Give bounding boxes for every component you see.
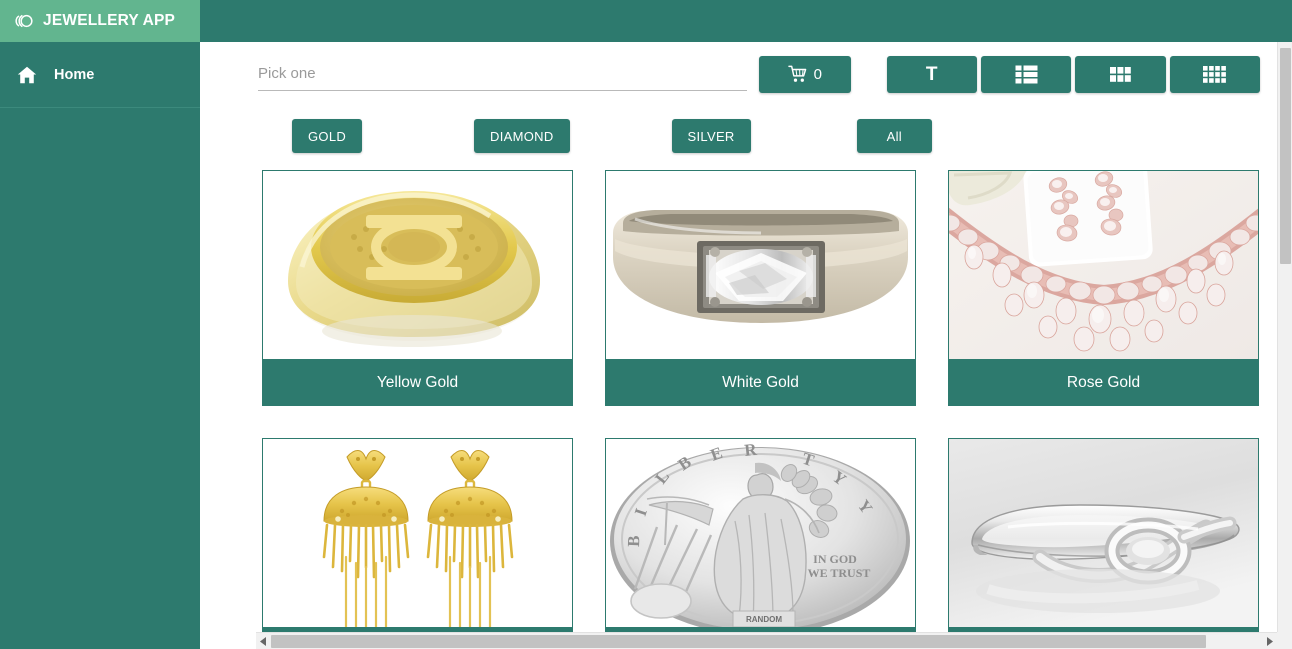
picker-field-wrapper (258, 56, 748, 91)
list-view-icon (1015, 65, 1038, 84)
scrollbar-corner (1277, 632, 1292, 649)
silver-eagle-coin-image: L I B B E R T Y Y IN GOD WE TRUST RANDOM (606, 439, 915, 627)
white-gold-diamond-ring-image (606, 171, 915, 359)
product-card[interactable]: Yellow Gold (262, 170, 573, 406)
app-title: JEWELLERY APP (43, 12, 176, 29)
sidebar-item-home[interactable]: Home (0, 42, 200, 108)
horizontal-scrollbar-track[interactable] (271, 633, 1262, 649)
svg-text:IN GOD: IN GOD (813, 552, 857, 566)
product-caption: Rose Gold (949, 359, 1258, 405)
rings-logo-icon (14, 11, 34, 31)
svg-text:RANDOM: RANDOM (746, 615, 782, 624)
content-area: 0 T (200, 42, 1292, 649)
product-caption: Yellow Gold (263, 359, 572, 405)
horizontal-scrollbar[interactable] (256, 632, 1277, 649)
app-root: JEWELLERY APP Home Pick one 0 T GOLD DIA… (0, 0, 1292, 649)
product-card[interactable]: White Gold (605, 170, 916, 406)
shopping-cart-icon (787, 65, 809, 84)
category-button-gold[interactable]: GOLD (292, 119, 363, 153)
sidebar-item-home-label: Home (54, 66, 95, 83)
grid-4-icon (1203, 66, 1227, 83)
grid-3-icon (1109, 67, 1131, 82)
product-card[interactable]: L I B B E R T Y Y IN GOD WE TRUST RANDOM (605, 438, 916, 649)
home-icon (16, 64, 38, 86)
top-bar: JEWELLERY APP (0, 0, 1292, 42)
product-grid: Yellow Gold White Gold Rose Gold L I B B… (200, 162, 1278, 649)
list-view-button[interactable] (980, 56, 1072, 93)
letter-t-icon: T (925, 64, 938, 85)
product-card[interactable] (948, 438, 1259, 649)
grid-3-view-button[interactable] (1075, 56, 1166, 93)
product-card[interactable]: Rose Gold (948, 170, 1259, 406)
cart-count: 0 (813, 66, 823, 83)
sidebar: Home (0, 42, 200, 649)
grid-4-view-button[interactable] (1169, 56, 1261, 93)
brand-area[interactable]: JEWELLERY APP (0, 0, 200, 42)
rose-gold-necklace-set-image (949, 171, 1258, 359)
scroll-left-arrow-icon[interactable] (256, 632, 271, 649)
category-button-diamond[interactable]: DIAMOND (474, 119, 570, 153)
category-button-all[interactable]: All (856, 119, 932, 153)
silver-knot-bangle-image (949, 439, 1258, 627)
cart-button[interactable]: 0 (759, 56, 851, 93)
gold-jhumka-earrings-image (263, 439, 572, 627)
text-view-button[interactable]: T (886, 56, 977, 93)
content-scroll-pane: 0 T (200, 42, 1278, 649)
top-bar-filler (200, 0, 1292, 42)
scroll-right-arrow-icon[interactable] (1262, 632, 1277, 649)
pick-one-input[interactable] (258, 65, 748, 91)
product-card[interactable] (262, 438, 573, 649)
svg-text:B: B (624, 535, 643, 547)
product-caption: White Gold (606, 359, 915, 405)
category-filter-row: GOLD DIAMOND SILVER All (200, 110, 1278, 162)
vertical-scrollbar[interactable] (1277, 42, 1292, 636)
horizontal-scrollbar-thumb[interactable] (271, 634, 1206, 648)
toolbar: 0 T (200, 42, 1278, 110)
vertical-scrollbar-thumb[interactable] (1280, 48, 1291, 264)
gold-signet-ring-image (263, 171, 572, 359)
svg-text:WE TRUST: WE TRUST (808, 566, 871, 580)
category-button-silver[interactable]: SILVER (671, 119, 751, 153)
